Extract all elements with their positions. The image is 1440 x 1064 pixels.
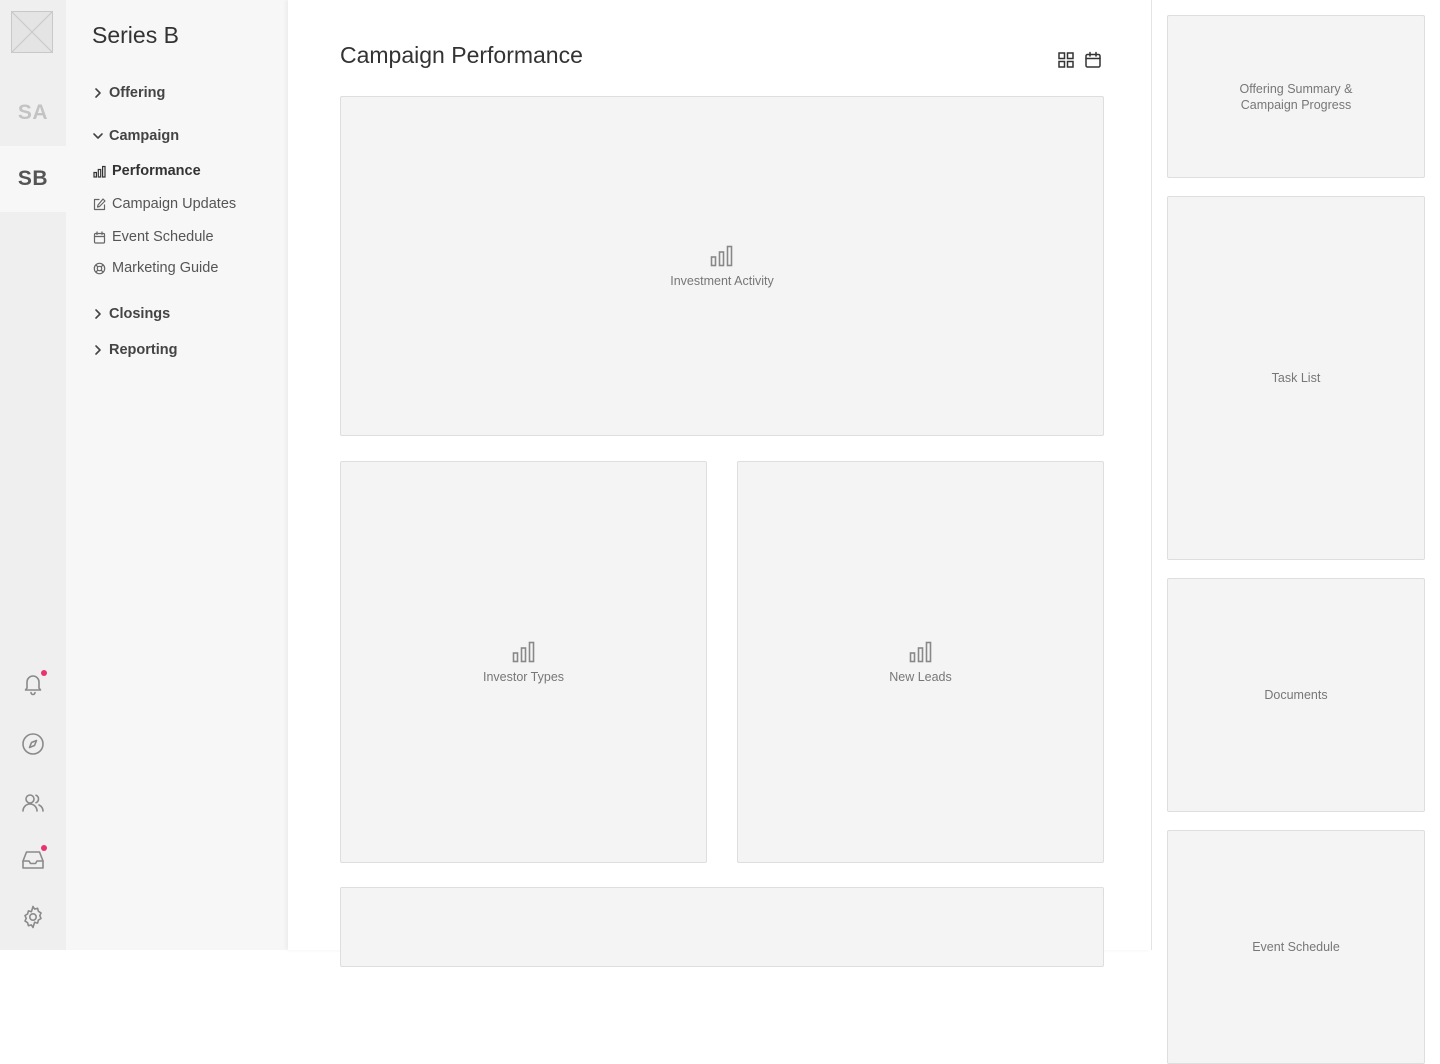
bar-chart-icon [909,641,933,663]
inbox-icon[interactable] [20,847,46,873]
page-title: Campaign Performance [340,42,583,68]
calendar-icon [93,230,106,244]
nav-item-event-schedule[interactable]: Event Schedule [93,229,214,245]
workspace-sa[interactable]: SA [0,80,66,146]
nav-group-label: Campaign [109,128,180,144]
chevron-right-icon [92,308,104,320]
nav-group-label: Offering [109,85,166,101]
investor-types-card[interactable]: Investor Types [340,461,707,863]
widget-label: Task List [1271,371,1321,385]
task-list-widget[interactable]: Task List [1167,196,1425,560]
workspace-sb[interactable]: SB [0,146,66,212]
investment-activity-card[interactable]: Investment Activity [340,96,1104,436]
nav-group-closings[interactable]: Closings [92,306,170,322]
notification-dot [41,845,47,851]
offering-summary-widget[interactable]: Offering Summary & Campaign Progress [1167,15,1425,178]
chevron-down-icon [92,130,104,142]
project-title: Series B [92,22,179,48]
users-icon[interactable] [20,790,46,816]
lifebuoy-icon [93,262,106,275]
chevron-right-icon [92,344,104,356]
compass-icon[interactable] [20,731,46,757]
widget-label: Event Schedule [1252,940,1340,954]
nav-item-label: Performance [112,163,201,179]
bar-chart-icon [512,641,536,663]
nav-item-label: Event Schedule [112,229,214,245]
section-nav: Series B Offering Campaign Performance C… [66,0,288,950]
bar-chart-icon [710,245,734,267]
documents-widget[interactable]: Documents [1167,578,1425,812]
edit-icon [93,197,106,211]
bar-chart-icon [93,165,106,178]
card-label: New Leads [889,669,952,684]
chevron-right-icon [92,87,104,99]
bottom-card[interactable] [340,887,1104,967]
grid-view-icon[interactable] [1057,51,1075,69]
nav-item-label: Campaign Updates [112,196,237,212]
event-schedule-widget[interactable]: Event Schedule [1167,830,1425,1064]
notification-dot [41,670,47,676]
widget-label: Documents [1264,688,1328,702]
nav-group-label: Reporting [109,342,178,358]
widget-label: Offering Summary & Campaign Progress [1239,81,1353,112]
logo-placeholder[interactable] [11,11,53,53]
calendar-icon[interactable] [1084,51,1102,69]
app-rail: SA SB [0,0,66,950]
card-label: Investment Activity [670,273,774,288]
nav-item-campaign-updates[interactable]: Campaign Updates [93,196,236,212]
right-panel-divider [1151,0,1152,950]
nav-group-offering[interactable]: Offering [92,85,165,101]
nav-item-performance[interactable]: Performance [93,163,201,179]
nav-group-campaign[interactable]: Campaign [92,128,179,144]
nav-item-marketing-guide[interactable]: Marketing Guide [93,260,218,276]
gear-icon[interactable] [20,904,46,930]
nav-item-label: Marketing Guide [112,260,219,276]
card-label: Investor Types [482,669,565,684]
nav-group-reporting[interactable]: Reporting [92,342,177,358]
main-content: Campaign Performance Investment Activity… [288,0,1151,967]
nav-group-label: Closings [109,306,171,322]
new-leads-card[interactable]: New Leads [737,461,1104,863]
